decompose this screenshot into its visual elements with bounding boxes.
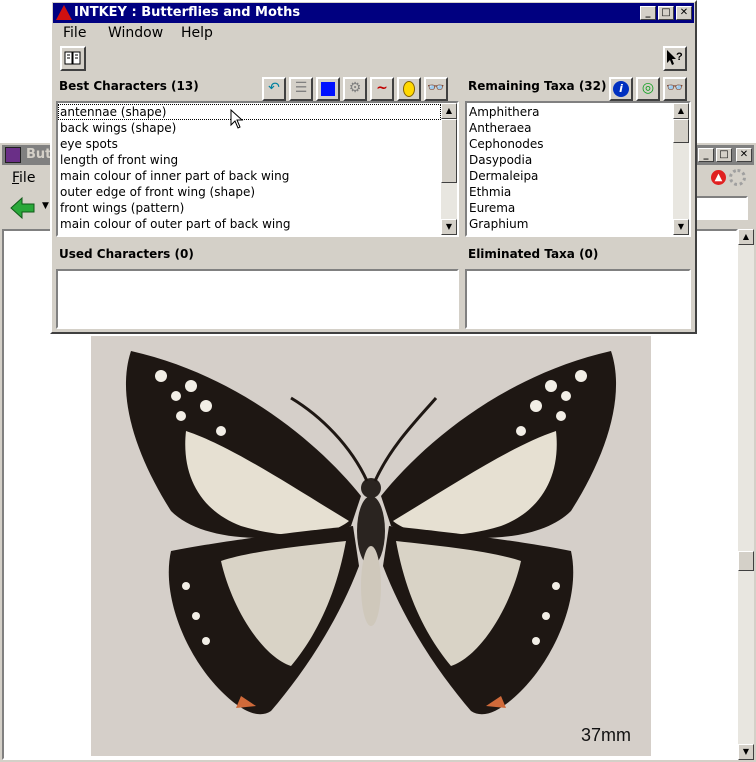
list-item[interactable]: Dermaleipa bbox=[467, 168, 673, 184]
list-item[interactable]: Dasypodia bbox=[467, 152, 673, 168]
used-characters-header: Used Characters (0) bbox=[56, 243, 459, 269]
restart-button[interactable]: ↶ bbox=[262, 77, 286, 101]
list-item[interactable]: length of front wing bbox=[58, 152, 441, 168]
scroll-down-button[interactable]: ▼ bbox=[738, 744, 754, 760]
chevron-down-icon[interactable]: ▼ bbox=[42, 201, 49, 211]
eliminated-taxa-header: Eliminated Taxa (0) bbox=[465, 243, 691, 269]
list-item[interactable]: outer edge of front wing (shape) bbox=[58, 184, 441, 200]
vertical-scrollbar[interactable]: ▲ ▼ bbox=[738, 229, 754, 760]
remaining-taxa-header: Remaining Taxa (32) i ◎ 👓 bbox=[465, 75, 691, 101]
svg-text:?: ? bbox=[676, 51, 683, 63]
menu-file[interactable]: File bbox=[63, 25, 86, 41]
scroll-up-button[interactable]: ▲ bbox=[738, 229, 754, 245]
close-button[interactable]: ✕ bbox=[676, 6, 692, 20]
window-title: INTKEY : Butterflies and Moths bbox=[74, 5, 301, 20]
list-item[interactable]: Cephonodes bbox=[467, 136, 673, 152]
tilde-icon: ~ bbox=[376, 80, 388, 96]
best-characters-header: Best Characters (13) ↶ ☰ ⚙ ~ 👓 bbox=[56, 75, 459, 101]
close-button[interactable]: ✕ bbox=[736, 148, 752, 162]
menu-help[interactable]: Help bbox=[181, 25, 213, 41]
back-arrow-icon[interactable] bbox=[10, 195, 36, 221]
green-circles-icon: ◎ bbox=[641, 80, 655, 96]
maximize-button[interactable]: □ bbox=[716, 148, 732, 162]
bars-icon: ☰ bbox=[294, 80, 308, 96]
list-item[interactable]: Eurema bbox=[467, 200, 673, 216]
intkey-window[interactable]: INTKEY : Butterflies and Moths _ □ ✕ Fil… bbox=[50, 0, 697, 334]
help-pointer-button[interactable]: ? bbox=[663, 46, 687, 71]
binoculars-icon: 👓 bbox=[427, 80, 445, 96]
butterfly-illustration bbox=[125, 351, 617, 715]
menu-window[interactable]: Window bbox=[108, 25, 163, 41]
list-item[interactable]: front wings (pattern) bbox=[58, 200, 441, 216]
titlebar[interactable]: INTKEY : Butterflies and Moths _ □ ✕ bbox=[53, 3, 694, 23]
scroll-up-button[interactable]: ▲ bbox=[673, 103, 689, 119]
list-item[interactable]: Antheraea bbox=[467, 120, 673, 136]
book-icon bbox=[64, 51, 81, 65]
list-item[interactable]: back wings (shape) bbox=[58, 120, 441, 136]
best-characters-list[interactable]: antennae (shape) back wings (shape) eye … bbox=[56, 101, 459, 237]
list-item[interactable]: eye spots bbox=[58, 136, 441, 152]
specimen-image: 37mm bbox=[91, 336, 651, 756]
address-field[interactable] bbox=[688, 196, 748, 220]
maximize-button[interactable]: □ bbox=[658, 6, 674, 20]
all-characters-button[interactable] bbox=[316, 77, 340, 101]
scroll-thumb[interactable] bbox=[738, 551, 754, 571]
best-characters-items: antennae (shape) back wings (shape) eye … bbox=[58, 103, 441, 235]
help-pointer-icon: ? bbox=[667, 50, 683, 65]
binoculars-icon: 👓 bbox=[666, 80, 684, 96]
remaining-taxa-title: Remaining Taxa (32) bbox=[468, 79, 607, 93]
scale-label: 37mm bbox=[580, 725, 631, 745]
info-icon: i bbox=[613, 81, 629, 97]
list-item[interactable]: antennae (shape) bbox=[58, 104, 441, 120]
menubar: File Window Help bbox=[53, 24, 694, 44]
used-characters-title: Used Characters (0) bbox=[59, 247, 194, 261]
mouse-cursor-icon bbox=[230, 109, 244, 129]
find-characters-button[interactable]: 👓 bbox=[424, 77, 448, 101]
best-characters-scrollbar[interactable]: ▲ ▼ bbox=[441, 103, 457, 235]
eliminated-taxa-list[interactable] bbox=[465, 269, 691, 329]
remaining-taxa-items: Amphithera Antheraea Cephonodes Dasypodi… bbox=[467, 103, 673, 235]
scroll-down-button[interactable]: ▼ bbox=[441, 219, 457, 235]
main-toolbar: ? bbox=[53, 45, 694, 73]
list-item[interactable]: main colour of outer part of back wing bbox=[58, 216, 441, 232]
menu-file[interactable]: File bbox=[12, 170, 35, 186]
used-characters-panel: Used Characters (0) bbox=[56, 243, 459, 329]
refresh-icon[interactable] bbox=[729, 169, 746, 186]
separate-button[interactable]: ☰ bbox=[289, 77, 313, 101]
gear-button[interactable]: ⚙ bbox=[343, 77, 367, 101]
undo-arrow-icon: ↶ bbox=[268, 80, 280, 96]
intkey-logo-icon bbox=[56, 5, 72, 20]
diagnose-button[interactable] bbox=[397, 77, 421, 101]
list-item[interactable]: main colour of inner part of back wing bbox=[58, 168, 441, 184]
yellow-ellipse-icon bbox=[403, 81, 415, 97]
differences-button[interactable]: ◎ bbox=[636, 77, 660, 101]
remaining-taxa-list[interactable]: Amphithera Antheraea Cephonodes Dasypodi… bbox=[465, 101, 691, 237]
find-taxa-button[interactable]: 👓 bbox=[663, 77, 687, 101]
eliminated-taxa-panel: Eliminated Taxa (0) bbox=[465, 243, 691, 329]
minimize-button[interactable]: _ bbox=[698, 148, 714, 162]
minimize-button[interactable]: _ bbox=[640, 6, 656, 20]
scroll-up-button[interactable]: ▲ bbox=[441, 103, 457, 119]
eliminated-taxa-title: Eliminated Taxa (0) bbox=[468, 247, 599, 261]
remaining-taxa-panel: Remaining Taxa (32) i ◎ 👓 Amphithera Ant… bbox=[465, 75, 691, 237]
stop-icon[interactable]: ▲ bbox=[711, 170, 726, 185]
best-characters-panel: Best Characters (13) ↶ ☰ ⚙ ~ 👓 antennae … bbox=[56, 75, 459, 237]
scroll-thumb[interactable] bbox=[673, 119, 689, 143]
list-item[interactable]: Graphium bbox=[467, 216, 673, 232]
used-characters-list[interactable] bbox=[56, 269, 459, 329]
blue-square-icon bbox=[321, 82, 335, 96]
app-icon bbox=[5, 147, 21, 163]
remaining-taxa-scrollbar[interactable]: ▲ ▼ bbox=[673, 103, 689, 235]
similarities-button[interactable]: ~ bbox=[370, 77, 394, 101]
best-characters-title: Best Characters (13) bbox=[59, 79, 199, 93]
scroll-thumb[interactable] bbox=[441, 119, 457, 183]
list-item[interactable]: Ethmia bbox=[467, 184, 673, 200]
list-item[interactable]: Amphithera bbox=[467, 104, 673, 120]
scroll-down-button[interactable]: ▼ bbox=[673, 219, 689, 235]
info-button[interactable]: i bbox=[609, 77, 633, 101]
open-book-button[interactable] bbox=[60, 46, 86, 71]
gear-icon: ⚙ bbox=[348, 80, 362, 96]
